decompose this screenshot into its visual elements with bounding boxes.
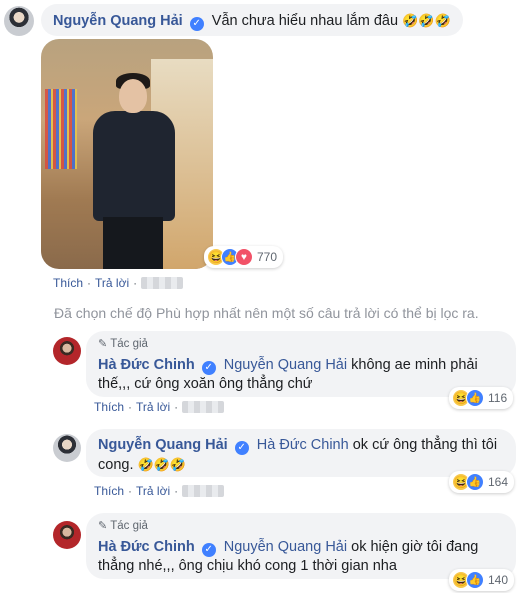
verified-badge-icon: ✓ [201,361,216,375]
reaction-summary[interactable]: 😆 👍 164 [449,471,515,493]
timestamp-redacted [141,277,184,289]
reply-text-line2: thẳng nhé,,, ông chịu khó cong 1 thời gi… [98,558,397,574]
comment-bubble: Nguyễn Quang Hải ✓ Vẫn chưa hiểu nhau lắ… [41,4,463,36]
reaction-summary[interactable]: 😆 👍 116 [449,387,514,409]
reply-bubble: Nguyễn Quang Hải ✓ Hà Đức Chinh ok cứ ôn… [86,429,516,477]
author-tag: ✎ Tác giả [98,335,504,354]
comment-actions: Thích · Trả lời · [53,276,184,290]
avatar[interactable] [53,337,81,365]
separator-dot: · [133,276,138,290]
love-reaction-icon: ♥ [235,248,253,266]
reply-emoji: 🤣🤣🤣 [137,457,187,472]
pencil-icon: ✎ [98,520,108,532]
commenter-name[interactable]: Hà Đức Chinh [98,357,195,373]
verified-badge-icon: ✓ [234,441,249,455]
photo-person-body [93,111,175,221]
mention-link[interactable]: Nguyễn Quang Hải [224,539,347,555]
photo-person-legs [103,217,163,269]
reply-text-line1: không ae minh phải [351,357,478,373]
comment-emoji: 🤣🤣🤣 [402,13,451,28]
mention-link[interactable]: Nguyễn Quang Hải [224,357,347,373]
reply-text-line1: ok cứ ông thẳng thì tôi [352,437,498,453]
like-reaction-icon: 👍 [466,389,484,407]
commenter-name[interactable]: Nguyễn Quang Hải [53,13,183,29]
reaction-count: 140 [488,573,509,587]
filter-notice: Đã chọn chế độ Phù hợp nhất nên một số c… [54,305,479,321]
author-tag-label: Tác giả [110,338,148,350]
reply-bubble: ✎ Tác giả Hà Đức Chinh ✓ Nguyễn Quang Hả… [86,331,516,397]
author-tag-label: Tác giả [110,520,148,532]
reply-text-line2: thế,,, cứ ông xoăn ông thẳng chứ [98,376,313,392]
verified-badge-icon: ✓ [189,17,204,31]
comment-text: Vẫn chưa hiểu nhau lắm đâu [211,13,399,29]
timestamp-redacted [182,401,225,413]
reply-actions: Thích · Trả lời · [94,484,225,498]
reaction-count: 164 [488,475,509,489]
like-link[interactable]: Thích [94,400,124,414]
reply-text-line1: ok hiện giờ tôi đang [351,539,479,555]
commenter-name[interactable]: Nguyễn Quang Hải [98,437,228,453]
reply-link[interactable]: Trả lời [95,276,129,290]
avatar[interactable] [53,521,81,549]
reply-link[interactable]: Trả lời [136,400,170,414]
reply-text-line2: cong. [98,457,134,473]
like-reaction-icon: 👍 [466,473,484,491]
author-tag: ✎ Tác giả [98,517,504,536]
avatar[interactable] [4,6,34,36]
separator-dot: · [174,400,179,414]
like-reaction-icon: 👍 [466,571,484,589]
reply-link[interactable]: Trả lời [136,484,170,498]
reaction-summary[interactable]: 😆 👍 ♥ 770 [204,246,284,268]
reaction-summary[interactable]: 😆 👍 140 [449,569,515,591]
photo-medals [45,89,77,169]
separator-dot: · [87,276,92,290]
reaction-count: 770 [257,250,278,264]
comment-photo[interactable] [41,39,213,269]
avatar[interactable] [53,434,81,462]
like-link[interactable]: Thích [53,276,83,290]
timestamp-redacted [182,485,225,497]
like-link[interactable]: Thích [94,484,124,498]
reaction-count: 116 [488,391,508,405]
verified-badge-icon: ✓ [201,543,216,557]
pencil-icon: ✎ [98,338,108,350]
separator-dot: · [128,484,133,498]
photo-person-head [119,79,147,113]
separator-dot: · [174,484,179,498]
reply-actions: Thích · Trả lời · [94,400,225,414]
commenter-name[interactable]: Hà Đức Chinh [98,539,195,555]
mention-link[interactable]: Hà Đức Chinh [257,437,349,453]
reply-bubble: ✎ Tác giả Hà Đức Chinh ✓ Nguyễn Quang Hả… [86,513,516,579]
separator-dot: · [128,400,133,414]
